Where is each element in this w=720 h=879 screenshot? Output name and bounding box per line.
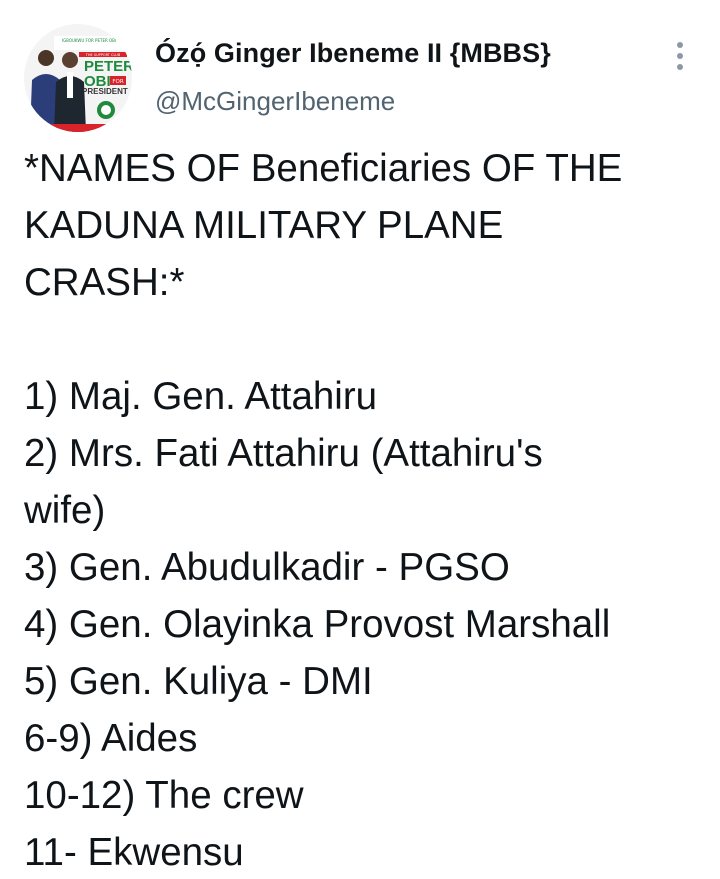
tweet-list-line: 1) Maj. Gen. Attahiru [24,375,378,418]
tweet-list-line: 3) Gen. Abudulkadir - PGSO [24,546,510,589]
tweet-list-line: 2) Mrs. Fati Attahiru (Attahiru's [24,432,543,475]
more-options-icon [677,53,683,59]
tweet-list-line: 5) Gen. Kuliya - DMI [24,660,373,703]
avatar-banner-text: THE SUPPORT CLUB [85,53,121,57]
avatar-top-text: IGBOUKWU FOR PETER OBI [62,38,116,43]
more-options-button[interactable] [662,36,698,76]
profile-avatar[interactable]: IGBOUKWU FOR PETER OBI THE SUPPORT CLUB … [24,24,132,132]
author-handle[interactable]: @McGingerIbeneme [155,86,395,117]
tweet-list-line: 11- Ekwensu [24,831,244,874]
tweet-heading-line: KADUNA MILITARY PLANE [24,204,504,247]
tweet: IGBOUKWU FOR PETER OBI THE SUPPORT CLUB … [0,0,720,879]
avatar-for-text: FOR [112,79,123,85]
tweet-list-line: 4) Gen. Olayinka Provost Marshall [24,603,611,646]
tweet-list-line: 6-9) Aides [24,717,198,760]
tweet-heading-line: *NAMES OF Beneficiaries OF THE [24,147,623,190]
more-options-icon [677,64,683,70]
more-options-icon [677,42,683,48]
avatar-president-text: PRESIDENT [82,87,128,96]
tweet-heading-line: CRASH:* [24,261,185,304]
tweet-list-line: 10-12) The crew [24,774,304,817]
tweet-list-line: wife) [24,489,106,532]
tweet-text: *NAMES OF Beneficiaries OF THE KADUNA MI… [24,140,714,879]
author-display-name[interactable]: Ózọ́ Ginger Ibeneme II {MBBS} [155,38,551,69]
